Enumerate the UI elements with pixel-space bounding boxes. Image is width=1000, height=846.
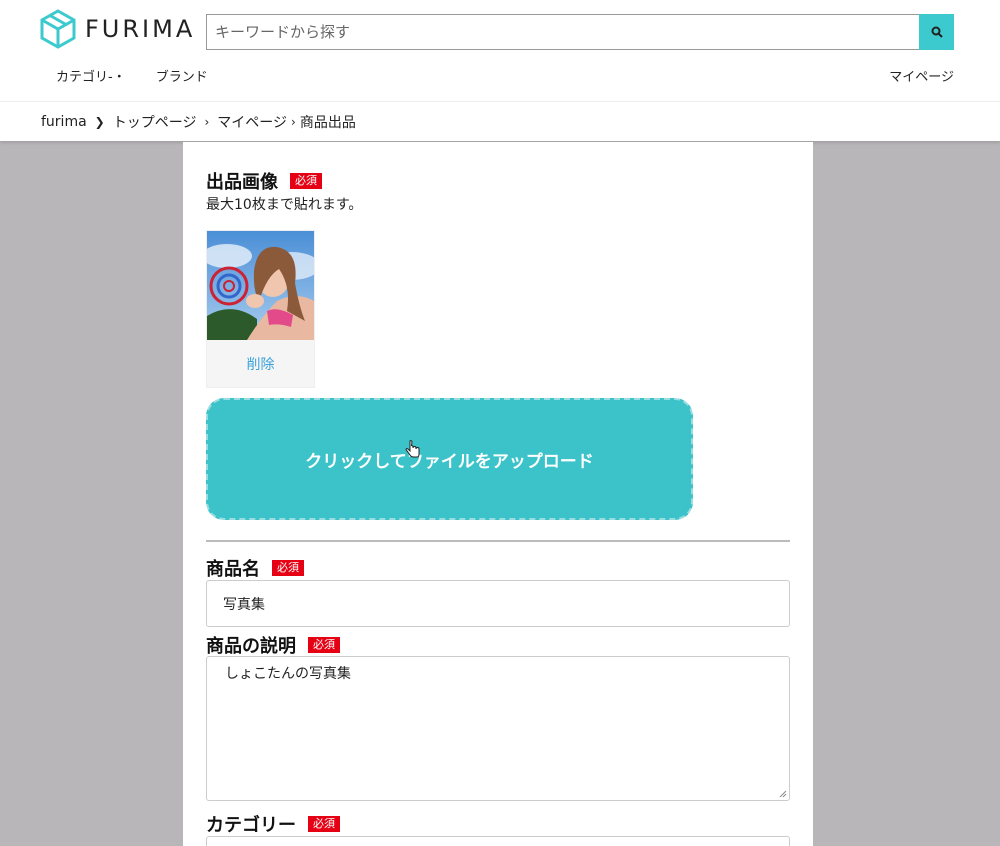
uploaded-image-preview: 削除 — [206, 230, 315, 388]
chevron-right-icon: › — [291, 114, 296, 129]
product-name-input[interactable]: 写真集 — [206, 580, 790, 627]
image-limit-hint: 最大10枚まで貼れます。 — [206, 197, 363, 213]
search-input[interactable] — [206, 14, 919, 50]
description-section-title: 商品の説明 — [206, 636, 296, 657]
resize-grip-icon[interactable] — [779, 790, 787, 798]
description-value: しょこたんの写真集 — [225, 666, 351, 682]
required-badge: 必須 — [308, 816, 340, 832]
chevron-right-icon: › — [204, 114, 210, 129]
name-section-title: 商品名 — [206, 559, 260, 580]
breadcrumb-item-mypage[interactable]: マイページ — [217, 112, 287, 132]
site-header: FURIMA カテゴリ-・ ブランド マイページ — [0, 0, 1000, 101]
search-button[interactable] — [919, 14, 954, 50]
name-section-label: 商品名 必須 — [206, 555, 304, 581]
breadcrumb-item-furima[interactable]: furima — [41, 114, 87, 130]
search-bar — [206, 14, 954, 50]
logo[interactable]: FURIMA — [40, 9, 195, 49]
breadcrumb: furima ❯ トップページ › マイページ › 商品出品 — [0, 101, 1000, 141]
delete-image-button[interactable]: 削除 — [207, 340, 314, 388]
nav-mypage-link[interactable]: マイページ — [889, 66, 954, 85]
breadcrumb-item-top[interactable]: トップページ — [113, 112, 197, 132]
product-description-textarea[interactable]: しょこたんの写真集 — [206, 656, 790, 801]
category-select[interactable] — [206, 836, 790, 846]
image-section-title: 出品画像 — [206, 172, 278, 193]
chevron-right-icon: ❯ — [94, 114, 105, 129]
section-divider — [206, 540, 790, 542]
header-nav: カテゴリ-・ ブランド — [56, 66, 208, 85]
required-badge: 必須 — [272, 560, 304, 576]
required-badge: 必須 — [290, 173, 322, 189]
pointer-cursor-icon — [405, 440, 420, 458]
breadcrumb-item-current: 商品出品 — [299, 114, 356, 131]
nav-brand-link[interactable]: ブランド — [156, 66, 208, 85]
category-section-label: カテゴリー 必須 — [206, 811, 340, 837]
image-section-label: 出品画像 必須 — [206, 168, 322, 194]
search-icon — [931, 26, 943, 38]
listing-form: 出品画像 必須 最大10枚まで貼れます。 削除 クリックしてファイルをアップロー… — [183, 142, 813, 846]
preview-image — [207, 231, 314, 340]
category-section-title: カテゴリー — [206, 815, 296, 836]
furima-logo-icon — [40, 9, 76, 49]
upload-label: クリックしてファイルをアップロード — [305, 451, 594, 472]
required-badge: 必須 — [308, 637, 340, 653]
logo-text: FURIMA — [85, 15, 196, 43]
upload-dropzone[interactable]: クリックしてファイルをアップロード — [206, 398, 693, 520]
description-section-label: 商品の説明 必須 — [206, 632, 340, 658]
nav-category-link[interactable]: カテゴリ-・ — [56, 66, 126, 85]
